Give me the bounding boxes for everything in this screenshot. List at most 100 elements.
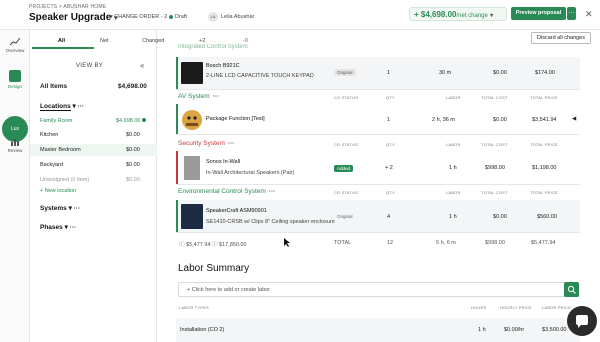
chart-icon: [10, 38, 20, 46]
col-qty: QTY: [386, 142, 395, 147]
chat-icon: [576, 315, 588, 328]
tab-net[interactable]: Net: [100, 38, 109, 44]
product-name: Sonos In-Wall: [206, 159, 241, 165]
product-image: [181, 204, 203, 229]
chevron-down-icon: ▾: [72, 103, 76, 110]
total-cost-cell: $0.00: [493, 214, 507, 220]
qty-cell[interactable]: + 2: [385, 165, 393, 171]
col-total-cost: TOTAL COST: [481, 95, 508, 100]
labor-cell: 30 m: [439, 70, 452, 76]
co-status-badge: Original: [334, 69, 356, 76]
totals-cost: $998.00: [485, 240, 505, 246]
more-icon[interactable]: ···: [213, 93, 220, 100]
rail-item-design[interactable]: Design: [0, 70, 30, 89]
breadcrumb[interactable]: PROJECTS > ABUSHAR HOME: [29, 4, 106, 10]
search-icon: [567, 285, 576, 294]
location-item[interactable]: Backyard: [40, 162, 63, 168]
design-icon: [9, 70, 21, 82]
more-icon[interactable]: ···: [228, 140, 235, 147]
col-total-cost: TOTAL COST: [481, 190, 508, 195]
view-by-panel: VIEW BY « All Items $4,698.00 Locations …: [30, 30, 157, 342]
product-desc: In-Wall Architectural Speakers (Pair): [206, 170, 295, 176]
col-total-price: TOTAL PRICE: [530, 190, 558, 195]
location-value: $0.00: [126, 162, 140, 168]
location-value: $0.00: [126, 132, 140, 138]
tab-changed[interactable]: Changed: [142, 38, 164, 44]
table-row[interactable]: Package Function [Test] 1 2 h, 36 m $0.0…: [176, 104, 580, 135]
labor-rate[interactable]: $0.00/hr: [504, 327, 524, 333]
active-tab-indicator: [32, 47, 94, 49]
more-options-button[interactable]: …: [567, 7, 576, 20]
total-cost-cell: $0.00: [493, 70, 507, 76]
chevron-down-icon: ▾: [68, 205, 72, 212]
col-labor-types: LABOR TYPES: [179, 305, 209, 310]
labor-search-input[interactable]: + Click here to add or create labor: [178, 282, 579, 297]
col-co-status: CO STATUS: [334, 190, 359, 195]
all-items-value: $4,698.00: [118, 83, 147, 90]
group-av-system[interactable]: AV System ···: [178, 93, 219, 100]
qty-cell[interactable]: 1: [387, 70, 390, 76]
chat-button[interactable]: [567, 306, 597, 336]
collapse-icon[interactable]: «: [140, 61, 144, 70]
total-price-cell: $560.00: [537, 214, 557, 220]
location-value: $0.00: [126, 177, 140, 183]
product-name: SpeakerCraft ASM90901: [206, 208, 267, 214]
close-icon[interactable]: ✕: [585, 9, 593, 20]
rail-item-overview[interactable]: Overview: [0, 38, 30, 53]
left-rail: Overview Design Lux Review: [0, 30, 30, 342]
total-cost-cell: $998.00: [485, 165, 505, 171]
search-button[interactable]: [564, 282, 579, 297]
labor-cell: 1 h: [449, 165, 457, 171]
col-hours: HOURS: [471, 305, 487, 310]
product-name: Package Function [Test]: [206, 116, 265, 122]
labor-row[interactable]: Installation (CO 2) 1 h $0.00/hr $3,500.…: [176, 318, 580, 342]
new-location-link[interactable]: + New location: [40, 188, 76, 194]
more-icon[interactable]: ···: [70, 224, 77, 231]
totals-qty: 12: [387, 240, 394, 246]
col-labor-price: LABOR PRICE: [542, 305, 572, 310]
col-co-status: CO STATUS: [334, 95, 359, 100]
page-title[interactable]: Speaker Upgrade ▾: [29, 12, 118, 23]
expand-arrow-icon[interactable]: ◀: [572, 116, 576, 122]
location-item[interactable]: Kitchen: [40, 132, 58, 138]
phases-header[interactable]: Phases ▾ ···: [40, 223, 76, 231]
qty-cell[interactable]: 4: [387, 214, 390, 220]
product-name: Bosch B921C: [206, 63, 240, 69]
net-change-box[interactable]: + $4,698.00/net change ▾: [409, 7, 507, 21]
change-order-selector[interactable]: ▾ CHANGE ORDER - 2: [110, 14, 167, 20]
product-image: [181, 62, 203, 84]
table-row[interactable]: Bosch B921C 2-LINE LCD CAPACITIVE TOUCH …: [176, 57, 580, 90]
col-total-price: TOTAL PRICE: [530, 95, 558, 100]
location-item[interactable]: Unassigned (0 item): [40, 177, 89, 183]
col-labor: LABOR: [446, 190, 461, 195]
col-hourly-price: HOURLY PRICE: [500, 305, 533, 310]
table-row[interactable]: SpeakerCraft ASM90901 SE1410-CRSB w/ Cli…: [176, 200, 580, 233]
more-icon[interactable]: ···: [74, 205, 81, 212]
package-icon: [182, 110, 202, 130]
all-items-label[interactable]: All Items: [40, 83, 67, 90]
group-security-system[interactable]: Security System ···: [178, 140, 234, 147]
labor-summary-title: Labor Summary: [178, 263, 250, 274]
total-cost-cell: $0.00: [493, 117, 507, 123]
col-labor: LABOR: [446, 95, 461, 100]
group-integrated-control[interactable]: Integrated Control System: [178, 44, 248, 50]
labor-hours[interactable]: 1 h: [478, 327, 486, 333]
col-qty: QTY: [386, 95, 395, 100]
product-desc: 2-LINE LCD CAPACITIVE TOUCH KEYPAD: [206, 73, 314, 79]
preview-proposal-button[interactable]: Preview proposal: [511, 7, 566, 20]
location-item[interactable]: Family Room: [40, 118, 72, 124]
group-environmental-control[interactable]: Environmental Control System ···: [178, 188, 275, 195]
avatar[interactable]: LA: [208, 12, 218, 22]
rail-item-review[interactable]: Review: [0, 138, 30, 153]
systems-header[interactable]: Systems ▾ ···: [40, 204, 80, 212]
discard-all-changes-button[interactable]: Discard all changes: [531, 32, 591, 44]
view-by-label: VIEW BY: [76, 63, 104, 69]
table-row[interactable]: Sonos In-Wall In-Wall Architectural Spea…: [176, 151, 580, 185]
qty-cell[interactable]: 1: [387, 117, 390, 123]
more-icon[interactable]: ···: [269, 188, 276, 195]
location-item[interactable]: Master Bedroom: [40, 147, 81, 153]
tab-all[interactable]: All: [58, 38, 65, 44]
locations-header[interactable]: Locations ▾ ···: [40, 102, 85, 111]
totals-cost-b: ⓘ $17,850.00: [212, 242, 247, 248]
more-icon[interactable]: ···: [78, 103, 85, 110]
